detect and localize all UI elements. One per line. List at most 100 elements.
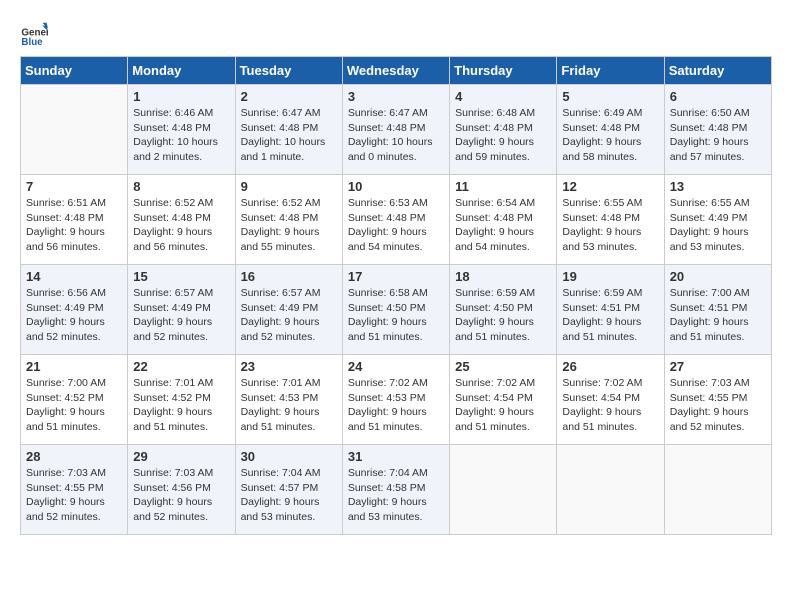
calendar-cell: 20 Sunrise: 7:00 AM Sunset: 4:51 PM Dayli… <box>664 265 771 355</box>
day-number: 15 <box>133 269 229 284</box>
day-number: 11 <box>455 179 551 194</box>
day-number: 14 <box>26 269 122 284</box>
calendar-cell <box>557 445 664 535</box>
day-number: 10 <box>348 179 444 194</box>
calendar-cell: 18 Sunrise: 6:59 AM Sunset: 4:50 PM Dayli… <box>450 265 557 355</box>
day-info: Sunrise: 6:48 AM Sunset: 4:48 PM Dayligh… <box>455 106 551 165</box>
day-number: 8 <box>133 179 229 194</box>
calendar-cell: 23Sunrise: 7:01 AM Sunset: 4:53 PM Dayli… <box>235 355 342 445</box>
svg-text:Blue: Blue <box>21 37 43 48</box>
day-number: 31 <box>348 449 444 464</box>
calendar-cell: 6 Sunrise: 6:50 AM Sunset: 4:48 PM Daylig… <box>664 85 771 175</box>
day-info: Sunrise: 6:57 AM Sunset: 4:49 PM Dayligh… <box>241 286 337 345</box>
day-info: Sunrise: 6:50 AM Sunset: 4:48 PM Dayligh… <box>670 106 766 165</box>
day-info: Sunrise: 6:52 AM Sunset: 4:48 PM Dayligh… <box>133 196 229 255</box>
day-number: 25 <box>455 359 551 374</box>
day-info: Sunrise: 7:04 AM Sunset: 4:57 PM Dayligh… <box>241 466 337 525</box>
calendar-cell: 4Sunrise: 6:48 AM Sunset: 4:48 PM Daylig… <box>450 85 557 175</box>
day-number: 29 <box>133 449 229 464</box>
weekday-header-tuesday: Tuesday <box>235 57 342 85</box>
day-number: 27 <box>670 359 766 374</box>
calendar-week-row: 21Sunrise: 7:00 AM Sunset: 4:52 PM Dayli… <box>21 355 772 445</box>
day-info: Sunrise: 6:59 AM Sunset: 4:50 PM Dayligh… <box>455 286 551 345</box>
calendar-cell: 1 Sunrise: 6:46 AM Sunset: 4:48 PM Daylig… <box>128 85 235 175</box>
day-info: Sunrise: 6:57 AM Sunset: 4:49 PM Dayligh… <box>133 286 229 345</box>
calendar-cell: 22 Sunrise: 7:01 AM Sunset: 4:52 PM Dayli… <box>128 355 235 445</box>
weekday-header-friday: Friday <box>557 57 664 85</box>
logo-icon: General Blue <box>20 20 48 48</box>
day-info: Sunrise: 7:01 AM Sunset: 4:52 PM Dayligh… <box>133 376 229 435</box>
calendar-cell: 29 Sunrise: 7:03 AM Sunset: 4:56 PM Dayli… <box>128 445 235 535</box>
day-info: Sunrise: 6:54 AM Sunset: 4:48 PM Dayligh… <box>455 196 551 255</box>
calendar-cell: 30 Sunrise: 7:04 AM Sunset: 4:57 PM Dayli… <box>235 445 342 535</box>
calendar-cell: 8 Sunrise: 6:52 AM Sunset: 4:48 PM Daylig… <box>128 175 235 265</box>
calendar-cell: 12 Sunrise: 6:55 AM Sunset: 4:48 PM Dayli… <box>557 175 664 265</box>
calendar-cell <box>450 445 557 535</box>
day-number: 13 <box>670 179 766 194</box>
day-info: Sunrise: 7:02 AM Sunset: 4:53 PM Dayligh… <box>348 376 444 435</box>
calendar-cell: 24 Sunrise: 7:02 AM Sunset: 4:53 PM Dayli… <box>342 355 449 445</box>
day-info: Sunrise: 6:55 AM Sunset: 4:48 PM Dayligh… <box>562 196 658 255</box>
calendar-cell: 21Sunrise: 7:00 AM Sunset: 4:52 PM Dayli… <box>21 355 128 445</box>
day-info: Sunrise: 6:55 AM Sunset: 4:49 PM Dayligh… <box>670 196 766 255</box>
day-number: 19 <box>562 269 658 284</box>
weekday-header-sunday: Sunday <box>21 57 128 85</box>
calendar-cell: 25 Sunrise: 7:02 AM Sunset: 4:54 PM Dayli… <box>450 355 557 445</box>
day-number: 23 <box>241 359 337 374</box>
day-info: Sunrise: 6:47 AM Sunset: 4:48 PM Dayligh… <box>348 106 444 165</box>
day-number: 30 <box>241 449 337 464</box>
calendar-cell: 15 Sunrise: 6:57 AM Sunset: 4:49 PM Dayli… <box>128 265 235 355</box>
day-number: 22 <box>133 359 229 374</box>
weekday-header-saturday: Saturday <box>664 57 771 85</box>
day-info: Sunrise: 7:04 AM Sunset: 4:58 PM Dayligh… <box>348 466 444 525</box>
day-info: Sunrise: 7:02 AM Sunset: 4:54 PM Dayligh… <box>562 376 658 435</box>
day-info: Sunrise: 6:53 AM Sunset: 4:48 PM Dayligh… <box>348 196 444 255</box>
day-number: 9 <box>241 179 337 194</box>
day-number: 16 <box>241 269 337 284</box>
calendar-cell: 26 Sunrise: 7:02 AM Sunset: 4:54 PM Dayli… <box>557 355 664 445</box>
day-number: 1 <box>133 89 229 104</box>
day-info: Sunrise: 6:46 AM Sunset: 4:48 PM Dayligh… <box>133 106 229 165</box>
calendar-week-row: 28Sunrise: 7:03 AM Sunset: 4:55 PM Dayli… <box>21 445 772 535</box>
calendar-cell: 14 Sunrise: 6:56 AM Sunset: 4:49 PM Dayli… <box>21 265 128 355</box>
day-info: Sunrise: 6:58 AM Sunset: 4:50 PM Dayligh… <box>348 286 444 345</box>
logo: General Blue <box>20 20 50 48</box>
day-info: Sunrise: 7:03 AM Sunset: 4:55 PM Dayligh… <box>26 466 122 525</box>
day-info: Sunrise: 7:02 AM Sunset: 4:54 PM Dayligh… <box>455 376 551 435</box>
day-info: Sunrise: 6:59 AM Sunset: 4:51 PM Dayligh… <box>562 286 658 345</box>
calendar-cell: 17 Sunrise: 6:58 AM Sunset: 4:50 PM Dayli… <box>342 265 449 355</box>
calendar-cell: 10 Sunrise: 6:53 AM Sunset: 4:48 PM Dayli… <box>342 175 449 265</box>
calendar-cell <box>21 85 128 175</box>
calendar: SundayMondayTuesdayWednesdayThursdayFrid… <box>20 56 772 535</box>
day-number: 20 <box>670 269 766 284</box>
day-number: 26 <box>562 359 658 374</box>
day-number: 3 <box>348 89 444 104</box>
calendar-cell: 2 Sunrise: 6:47 AM Sunset: 4:48 PM Daylig… <box>235 85 342 175</box>
day-number: 12 <box>562 179 658 194</box>
day-number: 17 <box>348 269 444 284</box>
day-number: 6 <box>670 89 766 104</box>
calendar-week-row: 1 Sunrise: 6:46 AM Sunset: 4:48 PM Daylig… <box>21 85 772 175</box>
day-info: Sunrise: 7:00 AM Sunset: 4:51 PM Dayligh… <box>670 286 766 345</box>
calendar-cell: 9Sunrise: 6:52 AM Sunset: 4:48 PM Daylig… <box>235 175 342 265</box>
calendar-cell <box>664 445 771 535</box>
calendar-cell: 5 Sunrise: 6:49 AM Sunset: 4:48 PM Daylig… <box>557 85 664 175</box>
day-number: 18 <box>455 269 551 284</box>
day-info: Sunrise: 6:49 AM Sunset: 4:48 PM Dayligh… <box>562 106 658 165</box>
calendar-cell: 11 Sunrise: 6:54 AM Sunset: 4:48 PM Dayli… <box>450 175 557 265</box>
calendar-week-row: 14 Sunrise: 6:56 AM Sunset: 4:49 PM Dayli… <box>21 265 772 355</box>
day-number: 21 <box>26 359 122 374</box>
day-number: 5 <box>562 89 658 104</box>
calendar-cell: 31 Sunrise: 7:04 AM Sunset: 4:58 PM Dayli… <box>342 445 449 535</box>
calendar-cell: 19 Sunrise: 6:59 AM Sunset: 4:51 PM Dayli… <box>557 265 664 355</box>
day-info: Sunrise: 6:56 AM Sunset: 4:49 PM Dayligh… <box>26 286 122 345</box>
calendar-cell: 27Sunrise: 7:03 AM Sunset: 4:55 PM Dayli… <box>664 355 771 445</box>
day-number: 2 <box>241 89 337 104</box>
day-number: 24 <box>348 359 444 374</box>
calendar-cell: 13 Sunrise: 6:55 AM Sunset: 4:49 PM Dayli… <box>664 175 771 265</box>
day-info: Sunrise: 6:47 AM Sunset: 4:48 PM Dayligh… <box>241 106 337 165</box>
day-info: Sunrise: 7:03 AM Sunset: 4:56 PM Dayligh… <box>133 466 229 525</box>
weekday-header-monday: Monday <box>128 57 235 85</box>
header: General Blue <box>20 20 772 48</box>
calendar-week-row: 7Sunrise: 6:51 AM Sunset: 4:48 PM Daylig… <box>21 175 772 265</box>
